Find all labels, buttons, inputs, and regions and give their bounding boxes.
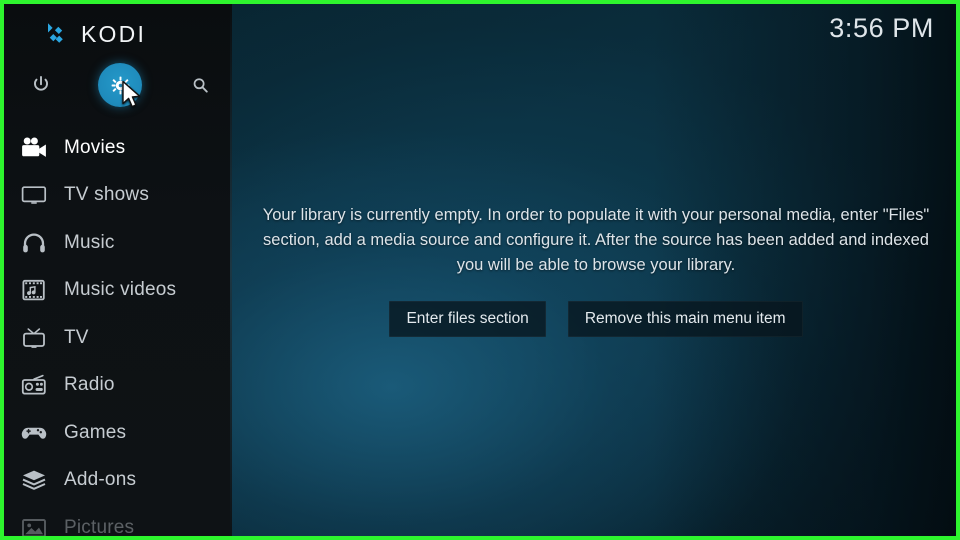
sidebar-label: Add-ons <box>64 469 137 491</box>
empty-library-message: Your library is currently empty. In orde… <box>262 205 930 275</box>
film-note-icon <box>14 275 54 305</box>
sidebar-label: Music videos <box>64 279 177 301</box>
gamepad-icon <box>14 418 54 448</box>
sidebar-item-add-ons[interactable]: Add-ons <box>4 457 232 505</box>
sidebar-item-tv[interactable]: TV <box>4 314 232 362</box>
movie-camera-icon <box>14 133 54 163</box>
sidebar-item-movies[interactable]: Movies <box>4 124 232 172</box>
remove-main-menu-item-button[interactable]: Remove this main menu item <box>567 301 803 338</box>
addons-box-icon <box>14 465 54 495</box>
television-icon <box>14 323 54 353</box>
picture-icon <box>14 513 54 536</box>
kodi-window: 3:56 PM Your library is currently empty.… <box>0 0 960 540</box>
empty-library-panel: Your library is currently empty. In orde… <box>236 4 956 536</box>
sidebar-label: Music <box>64 231 115 253</box>
sidebar-item-pictures[interactable]: Pictures <box>4 504 232 538</box>
sidebar-label: TV shows <box>64 184 150 206</box>
sidebar-item-tv-shows[interactable]: TV shows <box>4 172 232 220</box>
sidebar-item-radio[interactable]: Radio <box>4 362 232 410</box>
empty-library-actions: Enter files section Remove this main men… <box>389 301 803 338</box>
sidebar-label: Games <box>64 421 127 443</box>
mouse-cursor <box>122 80 141 108</box>
power-button[interactable] <box>16 60 66 110</box>
sidebar-item-games[interactable]: Games <box>4 409 232 457</box>
power-icon <box>34 75 48 91</box>
sidebar-label: TV <box>64 326 89 348</box>
clock: 3:56 PM <box>829 13 934 43</box>
enter-files-section-button[interactable]: Enter files section <box>389 301 546 338</box>
sidebar-label: Radio <box>64 374 115 396</box>
sidebar-item-music[interactable]: Music <box>4 219 232 267</box>
kodi-logo-icon <box>44 21 70 47</box>
radio-icon <box>14 370 54 400</box>
headphones-icon <box>14 228 54 258</box>
sidebar-item-music-videos[interactable]: Music videos <box>4 267 232 315</box>
search-icon <box>193 77 208 93</box>
quick-actions <box>4 60 232 110</box>
sidebar-label: Movies <box>64 136 126 158</box>
main-menu: Movies TV shows Music Music videos TV Ra… <box>4 124 232 538</box>
sidebar-label: Pictures <box>64 516 135 538</box>
app-logo: KODI <box>4 12 232 56</box>
sidebar: KODI Movies TV shows Music Music videos … <box>4 4 232 536</box>
search-button[interactable] <box>175 60 225 110</box>
app-name: KODI <box>81 20 147 47</box>
monitor-icon <box>14 180 54 210</box>
